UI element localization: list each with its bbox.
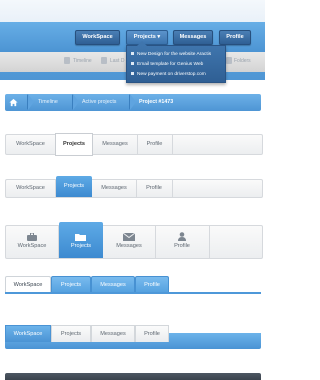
bullet-icon <box>131 52 134 56</box>
bullet-icon <box>131 72 134 76</box>
tab-workspace[interactable]: WorkSpace <box>5 325 51 342</box>
breadcrumb-separator <box>130 94 136 110</box>
home-icon[interactable] <box>9 98 18 107</box>
header-tab-messages[interactable]: Messages <box>173 30 213 45</box>
breadcrumb-current: Project #1473 <box>139 99 174 105</box>
tab-messages[interactable]: Messages <box>93 135 138 154</box>
dropdown-item[interactable]: New payment on driverstop.com <box>131 72 206 77</box>
folder-icon <box>75 234 86 241</box>
tab-profile[interactable]: Profile <box>137 135 173 154</box>
envelope-icon <box>123 233 135 241</box>
dropdown-item-label: New Design for the website Aractis <box>137 52 212 57</box>
tab-bar-blue-active: WorkSpace Projects Messages Profile <box>5 176 263 198</box>
tab-projects[interactable]: Projects <box>59 222 103 258</box>
header-tab-profile[interactable]: Profile <box>219 30 251 45</box>
tab-projects[interactable]: Projects <box>51 276 91 293</box>
dropdown-item[interactable]: Email template for Genius Web <box>131 62 203 67</box>
document-icon <box>101 57 107 64</box>
breadcrumb-active-projects[interactable]: Active projects <box>82 94 116 111</box>
dropdown-item-label: New payment on driverstop.com <box>137 72 206 77</box>
chevron-down-icon: ▾ <box>157 34 161 40</box>
folder-icon <box>226 57 232 64</box>
tab-projects-label: Projects <box>70 243 92 249</box>
tab-bar-icons: WorkSpace Projects Messages Profile <box>5 222 263 259</box>
header-tab-workspace[interactable]: WorkSpace <box>75 30 120 45</box>
tab-projects[interactable]: Projects <box>56 176 92 197</box>
dropdown-item[interactable]: New Design for the website Aractis <box>131 52 211 57</box>
tab-profile[interactable]: Profile <box>136 180 173 197</box>
dark-bar <box>5 373 261 380</box>
tab-workspace[interactable]: WorkSpace <box>6 135 56 154</box>
tab-workspace-label: WorkSpace <box>17 243 47 249</box>
tab-messages[interactable]: Messages <box>91 276 135 293</box>
subnav-timeline[interactable]: Timeline <box>73 58 92 64</box>
tab-messages[interactable]: Messages <box>103 226 156 258</box>
subnav-folders[interactable]: Folders <box>234 58 251 64</box>
breadcrumb-separator <box>28 94 34 110</box>
tab-messages-label: Messages <box>116 243 142 249</box>
breadcrumb-timeline[interactable]: Timeline <box>38 94 58 111</box>
dropdown-item-label: Email template for Genius Web <box>137 62 204 67</box>
tab-projects[interactable]: Projects <box>51 325 91 342</box>
breadcrumb-separator <box>73 94 79 110</box>
tab-bar-light: WorkSpace Projects Messages Profile <box>5 133 263 156</box>
tab-profile[interactable]: Profile <box>155 226 210 258</box>
header-tab-projects-label: Projects <box>133 34 156 40</box>
tab-underline <box>5 292 261 294</box>
bullet-icon <box>131 62 134 66</box>
timeline-icon <box>64 57 70 64</box>
subnav-last[interactable]: Last D <box>110 58 124 64</box>
tab-workspace[interactable]: WorkSpace <box>6 180 56 197</box>
tab-projects[interactable]: Projects <box>55 133 93 156</box>
tab-profile[interactable]: Profile <box>135 276 169 293</box>
briefcase-icon <box>27 233 37 241</box>
projects-dropdown: New Design for the website Aractis Email… <box>126 41 226 83</box>
header-tab-projects[interactable]: Projects ▾ <box>126 30 168 45</box>
breadcrumb: Timeline Active projects Project #1473 <box>5 94 261 111</box>
tab-workspace[interactable]: WorkSpace <box>6 226 59 258</box>
user-icon <box>178 232 186 241</box>
tab-messages[interactable]: Messages <box>92 180 137 197</box>
tab-bar-blue-tabs: WorkSpace Projects Messages Profile <box>5 276 261 294</box>
tab-bar-blue-base: WorkSpace Projects Messages Profile <box>5 325 261 349</box>
tab-profile-label: Profile <box>174 243 190 249</box>
dropdown-caret <box>137 41 147 46</box>
tab-profile[interactable]: Profile <box>135 325 169 342</box>
tab-messages[interactable]: Messages <box>91 325 135 342</box>
